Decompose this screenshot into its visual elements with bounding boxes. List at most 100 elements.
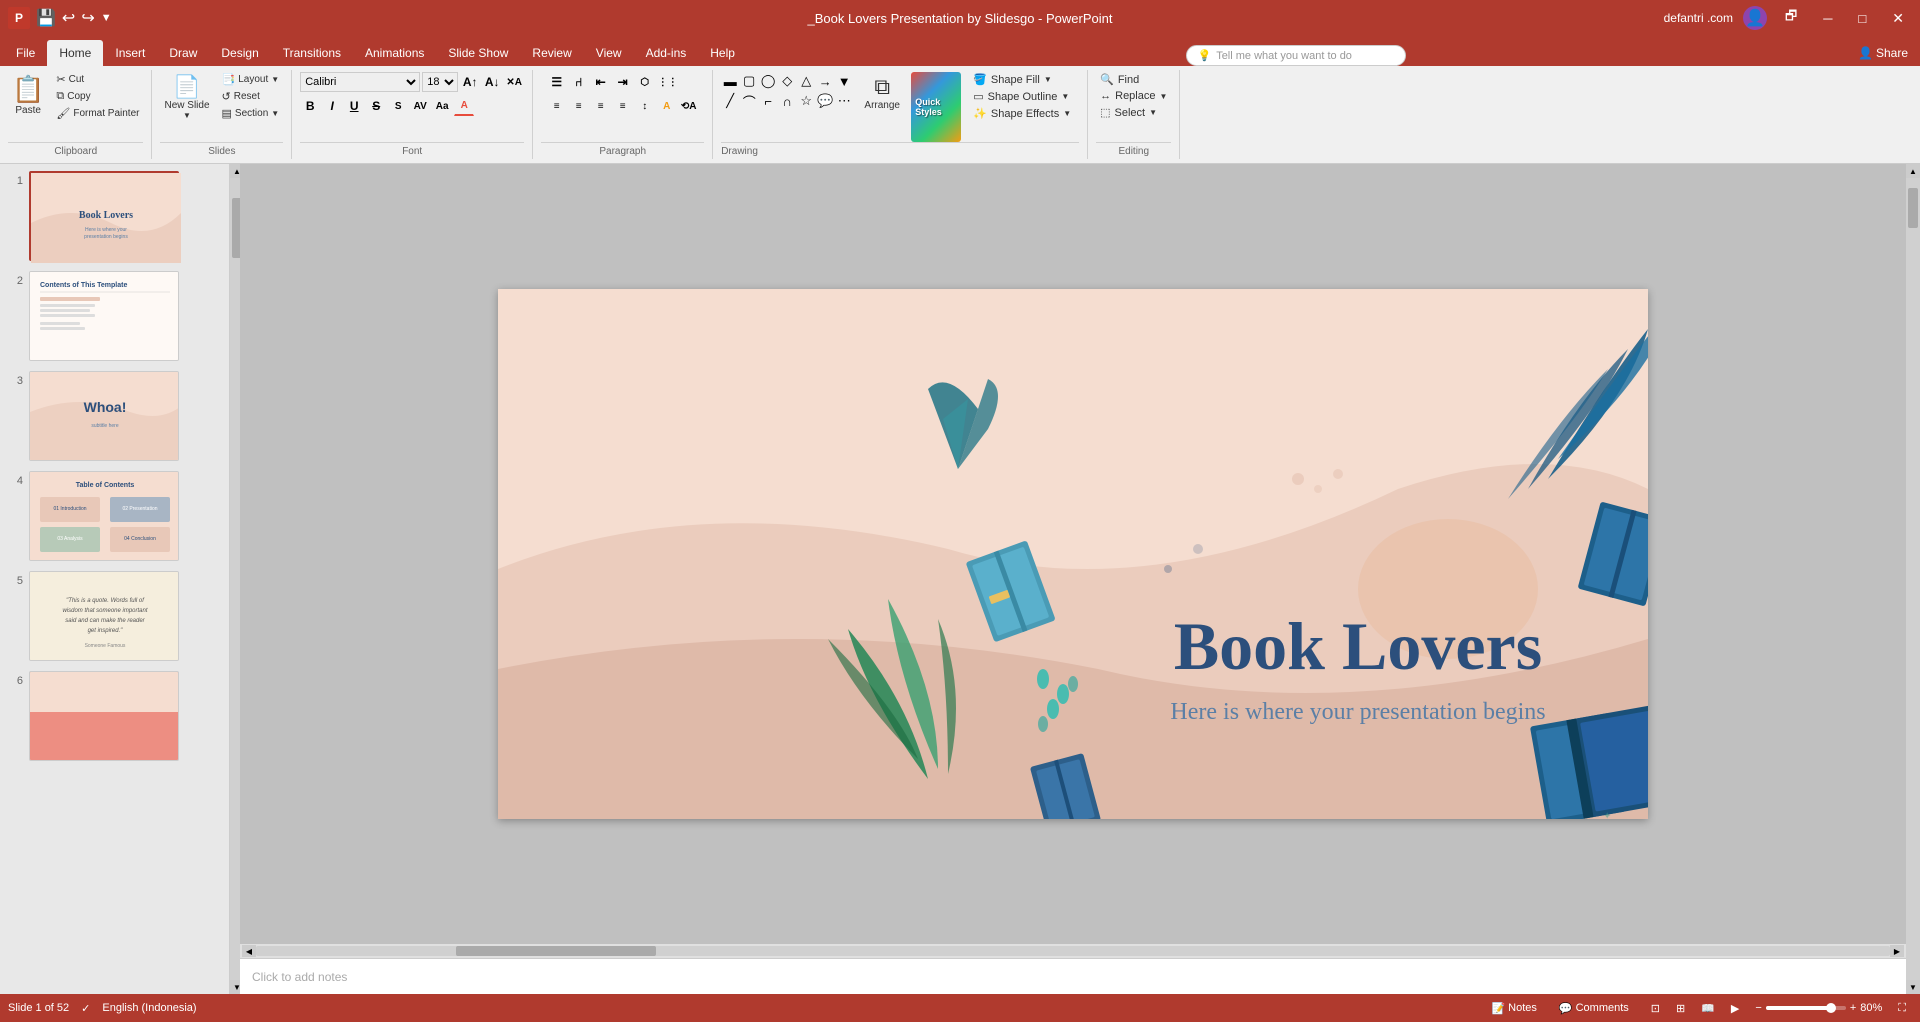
shape-rect-btn[interactable]: ▬ xyxy=(721,72,739,90)
slide-thumb-1[interactable]: 1 Book Lovers Here is where your present… xyxy=(4,168,225,264)
notes-status-btn[interactable]: 📝 Notes xyxy=(1485,1000,1542,1017)
align-left-btn[interactable]: ≡ xyxy=(547,96,567,116)
h-scroll-thumb[interactable] xyxy=(456,946,656,956)
tab-insert[interactable]: Insert xyxy=(103,40,157,66)
bold-btn[interactable]: B xyxy=(300,96,320,116)
shape-star-btn[interactable]: ☆ xyxy=(797,92,815,110)
increase-indent-btn[interactable]: ⇥ xyxy=(613,72,633,92)
line-spacing-btn[interactable]: ↕ xyxy=(635,96,655,116)
select-button[interactable]: ⬚ Select ▼ xyxy=(1096,105,1161,120)
shape-arc-btn[interactable]: ∩ xyxy=(778,92,796,110)
slide-thumb-5[interactable]: 5 "This is a quote. Words full of wisdom… xyxy=(4,568,225,664)
h-scrollbar[interactable]: ◀ ▶ xyxy=(240,944,1906,958)
reading-view-btn[interactable]: 📖 xyxy=(1695,1000,1721,1017)
quick-undo[interactable]: ↩ xyxy=(62,8,75,28)
copy-button[interactable]: ⧉ Copy xyxy=(52,89,143,104)
numbering-btn[interactable]: ⑁ xyxy=(569,72,589,92)
highlight-btn[interactable]: A xyxy=(657,96,677,116)
zoom-slider[interactable] xyxy=(1766,1006,1846,1010)
new-slide-button[interactable]: 📄 New Slide ▼ xyxy=(160,72,213,122)
smart-art-btn[interactable]: ⬡ xyxy=(635,72,655,92)
shape-diamond-btn[interactable]: ◇ xyxy=(778,72,796,90)
slide-thumb-3[interactable]: 3 Whoa! subtitle here xyxy=(4,368,225,464)
arrange-button[interactable]: ⧉ Arrange xyxy=(857,72,907,113)
shadow-btn[interactable]: S xyxy=(388,96,408,116)
shape-effects-btn[interactable]: ✨ Shape Effects ▼ xyxy=(969,106,1075,121)
align-center-btn[interactable]: ≡ xyxy=(569,96,589,116)
quick-styles-button[interactable]: Quick Styles xyxy=(911,72,961,142)
canvas-scroll-up[interactable]: ▲ xyxy=(1906,164,1920,178)
share-btn[interactable]: 👤 Share xyxy=(1846,40,1920,66)
fit-slide-btn[interactable]: ⛶ xyxy=(1892,1000,1912,1017)
shape-outline-btn[interactable]: ▭ Shape Outline ▼ xyxy=(969,89,1075,104)
slide-thumb-2[interactable]: 2 Contents of This Template xyxy=(4,268,225,364)
tab-transitions[interactable]: Transitions xyxy=(271,40,353,66)
close-btn[interactable]: ✕ xyxy=(1884,8,1912,29)
tab-addins[interactable]: Add-ins xyxy=(634,40,699,66)
comments-status-btn[interactable]: 💬 Comments xyxy=(1553,1000,1635,1017)
align-right-btn[interactable]: ≡ xyxy=(591,96,611,116)
shape-more-btn[interactable]: ▼ xyxy=(835,72,853,90)
tab-home[interactable]: Home xyxy=(47,40,103,66)
format-painter-button[interactable]: 🖌 Format Painter xyxy=(52,106,143,121)
italic-btn[interactable]: I xyxy=(322,96,342,116)
increase-font-btn[interactable]: A↑ xyxy=(460,72,480,92)
font-case-btn[interactable]: Aa xyxy=(432,96,452,116)
zoom-in-btn[interactable]: + xyxy=(1850,1002,1856,1014)
shape-triangle-btn[interactable]: △ xyxy=(797,72,815,90)
shape-curve-btn[interactable]: ⌒ xyxy=(740,92,758,110)
font-color-btn[interactable]: A xyxy=(454,96,474,116)
tab-slideshow[interactable]: Slide Show xyxy=(436,40,520,66)
section-button[interactable]: ▤ Section ▼ xyxy=(218,106,284,121)
underline-btn[interactable]: U xyxy=(344,96,364,116)
shape-bent-btn[interactable]: ⌐ xyxy=(759,92,777,110)
canvas-scroll-thumb[interactable] xyxy=(1908,188,1918,228)
slideshow-btn[interactable]: ▶ xyxy=(1725,1000,1745,1017)
canvas-scrollbar[interactable]: ▲ ▼ xyxy=(1906,164,1920,994)
tab-file[interactable]: File xyxy=(4,40,47,66)
shape-arrow-btn[interactable]: → xyxy=(816,72,834,90)
shape-callout-btn[interactable]: 💬 xyxy=(816,92,834,110)
tab-design[interactable]: Design xyxy=(209,40,270,66)
customize-qat[interactable]: ▼ xyxy=(101,12,112,24)
slide-sorter-btn[interactable]: ⊞ xyxy=(1670,1000,1691,1017)
zoom-handle[interactable] xyxy=(1826,1003,1836,1013)
shape-circle-btn[interactable]: ◯ xyxy=(759,72,777,90)
slide-thumb-6[interactable]: 6 xyxy=(4,668,225,764)
h-scroll-right[interactable]: ▶ xyxy=(1890,945,1904,957)
strikethrough-btn[interactable]: S xyxy=(366,96,386,116)
font-family-select[interactable]: Calibri xyxy=(300,72,420,92)
bullets-btn[interactable]: ☰ xyxy=(547,72,567,92)
h-scroll-left[interactable]: ◀ xyxy=(242,945,256,957)
layout-button[interactable]: 📑 Layout ▼ xyxy=(218,72,284,87)
find-button[interactable]: 🔍 Find xyxy=(1096,72,1143,87)
reset-button[interactable]: ↺ Reset xyxy=(218,89,284,104)
quick-redo[interactable]: ↪ xyxy=(81,8,94,28)
user-avatar[interactable]: 👤 xyxy=(1743,6,1767,30)
shape-round-btn[interactable]: ▢ xyxy=(740,72,758,90)
zoom-out-btn[interactable]: − xyxy=(1755,1002,1761,1014)
quick-save[interactable]: 💾 xyxy=(36,8,56,28)
tab-view[interactable]: View xyxy=(584,40,634,66)
slide-canvas[interactable]: ✦ ✦ Book Lovers Here is where your prese… xyxy=(240,164,1906,944)
slide-thumb-4[interactable]: 4 Table of Contents 01 Introduction 02 P… xyxy=(4,468,225,564)
tell-me-input[interactable]: 💡 Tell me what you want to do xyxy=(1186,45,1406,66)
restore-icon[interactable]: 🗗 xyxy=(1777,5,1805,31)
shape-more2-btn[interactable]: ⋯ xyxy=(835,92,853,110)
decrease-font-btn[interactable]: A↓ xyxy=(482,72,502,92)
shape-line-btn[interactable]: ╱ xyxy=(721,92,739,110)
clear-format-btn[interactable]: ✕A xyxy=(504,72,524,92)
decrease-indent-btn[interactable]: ⇤ xyxy=(591,72,611,92)
paste-button[interactable]: 📋 Paste xyxy=(8,72,48,118)
tab-help[interactable]: Help xyxy=(698,40,747,66)
normal-view-btn[interactable]: ⊡ xyxy=(1645,1000,1666,1017)
replace-button[interactable]: ↔ Replace ▼ xyxy=(1096,89,1171,103)
notes-area[interactable]: Click to add notes xyxy=(240,958,1906,994)
shape-fill-btn[interactable]: 🪣 Shape Fill ▼ xyxy=(969,72,1075,87)
tab-draw[interactable]: Draw xyxy=(157,40,209,66)
char-space-btn[interactable]: AV xyxy=(410,96,430,116)
canvas-scroll-down[interactable]: ▼ xyxy=(1906,980,1920,994)
maximize-btn[interactable]: □ xyxy=(1850,9,1874,28)
font-size-select[interactable]: 18 xyxy=(422,72,458,92)
text-direction-btn[interactable]: ⟲A xyxy=(679,96,699,116)
